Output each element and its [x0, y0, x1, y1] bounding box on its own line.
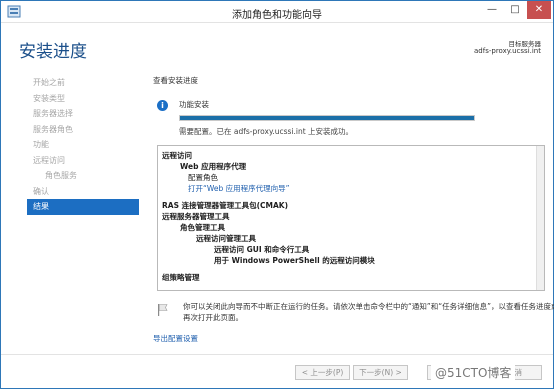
title-bar[interactable]: 添加角色和功能向导 — □ ✕	[1, 1, 553, 23]
progress-fill	[180, 116, 474, 120]
result-message: 需要配置。已在 adfs-proxy.ucssi.int 上安装成功。	[179, 127, 354, 136]
result-item-remote-access-tools: 远程访问管理工具	[196, 234, 256, 243]
close-window-button[interactable]: ✕	[527, 1, 551, 19]
export-configuration-link[interactable]: 导出配置设置	[153, 333, 198, 344]
nav-step-server-selection[interactable]: 服务器选择	[27, 106, 139, 122]
progress-bar	[179, 115, 475, 121]
result-item-group-policy: 组策略管理	[162, 273, 200, 282]
window-title: 添加角色和功能向导	[232, 10, 322, 21]
result-item-cmak: RAS 连接管理器管理工具包(CMAK)	[162, 201, 289, 210]
flag-icon	[158, 304, 168, 316]
result-item-role-admin-tools: 角色管理工具	[180, 223, 225, 232]
wizard-footer: < 上一步(P) 下一步(N) > 关闭 取消 @51CTO博客	[1, 354, 553, 388]
wizard-steps-nav: 开始之前 安装类型 服务器选择 服务器角色 功能 远程访问 角色服务 确认 结果	[27, 75, 139, 215]
main-content: 查看安装进度 i 功能安装 需要配置。已在 adfs-proxy.ucssi.i…	[153, 75, 554, 343]
nav-step-results[interactable]: 结果	[27, 199, 139, 215]
results-scrollbar[interactable]	[536, 146, 544, 290]
nav-step-remote-access[interactable]: 远程访问	[27, 153, 139, 169]
watermark-text: @51CTO博客	[431, 363, 516, 382]
info-icon: i	[157, 100, 168, 111]
result-item-configure-role: 配置角色	[188, 173, 218, 182]
result-item-web-app-proxy: Web 应用程序代理	[180, 162, 247, 171]
page-title: 安装进度	[19, 42, 87, 62]
nav-step-role-services[interactable]: 角色服务	[27, 168, 139, 184]
result-item-rsat: 远程服务器管理工具	[162, 212, 230, 221]
status-label: 功能安装	[179, 100, 209, 109]
section-title: 查看安装进度	[153, 76, 198, 85]
minimize-button[interactable]: —	[481, 1, 503, 19]
open-web-app-proxy-wizard-link[interactable]: 打开“Web 应用程序代理向导”	[162, 183, 534, 194]
maximize-button[interactable]: □	[504, 1, 526, 19]
results-list: 远程访问 Web 应用程序代理 配置角色 打开“Web 应用程序代理向导” RA…	[162, 150, 534, 283]
nav-step-server-roles[interactable]: 服务器角色	[27, 122, 139, 138]
previous-button[interactable]: < 上一步(P)	[295, 365, 350, 380]
nav-step-features[interactable]: 功能	[27, 137, 139, 153]
nav-step-installation-type[interactable]: 安装类型	[27, 91, 139, 107]
next-button[interactable]: 下一步(N) >	[353, 365, 408, 380]
target-server-name: adfs-proxy.ucssi.int	[474, 47, 541, 55]
notification-note: 你可以关闭此向导而不中断正在运行的任务。请依次单击命令栏中的“通知”和“任务详细…	[157, 301, 554, 327]
result-item-powershell-module: 用于 Windows PowerShell 的远程访问模块	[214, 256, 375, 265]
result-item-remote-access: 远程访问	[162, 151, 192, 160]
wizard-window: 添加角色和功能向导 — □ ✕ 安装进度 目标服务器 adfs-proxy.uc…	[0, 0, 554, 389]
nav-step-confirmation[interactable]: 确认	[27, 184, 139, 200]
results-list-box[interactable]: 远程访问 Web 应用程序代理 配置角色 打开“Web 应用程序代理向导” RA…	[157, 145, 545, 291]
note-text: 你可以关闭此向导而不中断正在运行的任务。请依次单击命令栏中的“通知”和“任务详细…	[183, 302, 554, 322]
result-item-remote-access-gui: 远程访问 GUI 和命令行工具	[214, 245, 310, 254]
nav-step-before-you-begin[interactable]: 开始之前	[27, 75, 139, 91]
